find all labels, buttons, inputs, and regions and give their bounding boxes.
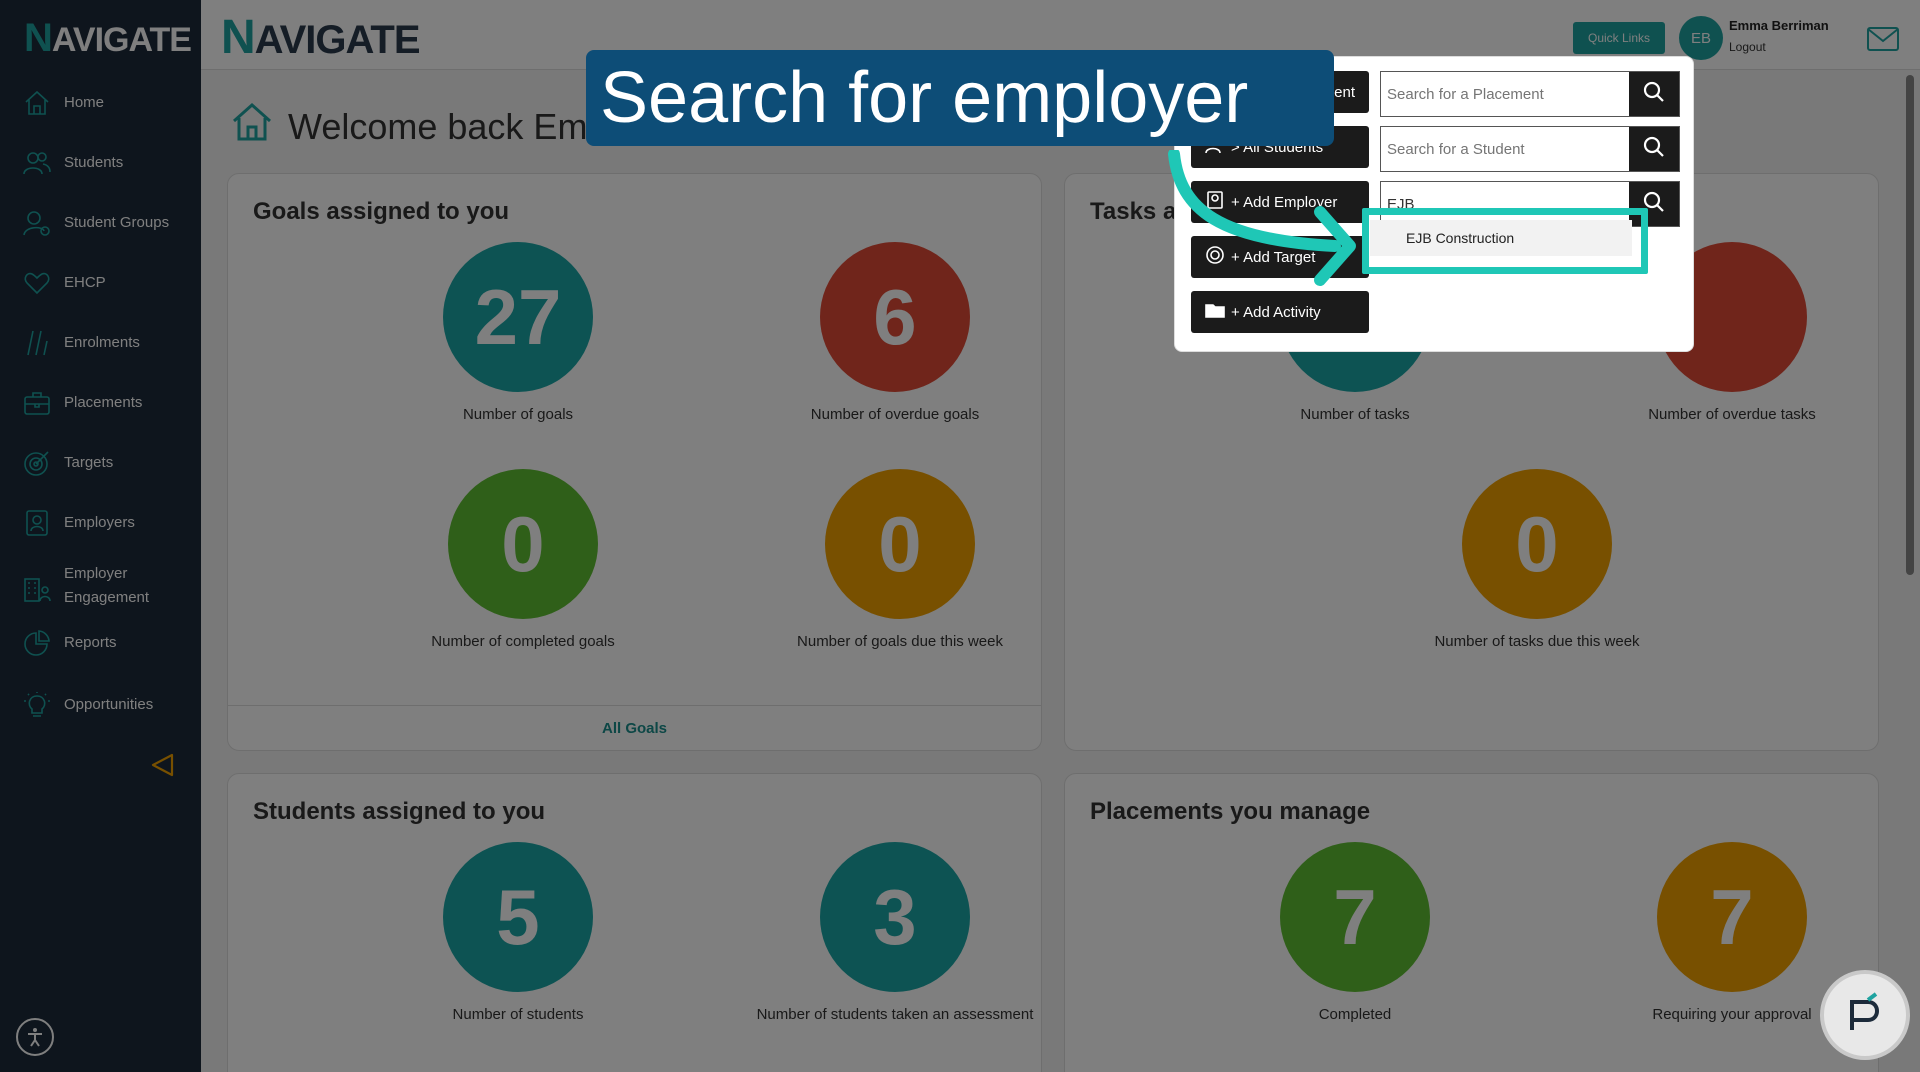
search-student-field[interactable] (1380, 126, 1680, 172)
folder-icon (1205, 300, 1225, 324)
search-student-input[interactable] (1381, 127, 1629, 171)
search-icon (1643, 136, 1665, 163)
search-placement-button[interactable] (1629, 72, 1679, 116)
search-placement-input[interactable] (1381, 72, 1629, 116)
tutorial-banner: Search for employer (586, 50, 1334, 146)
search-placement-field[interactable] (1380, 71, 1680, 117)
add-activity-button[interactable]: + Add Activity (1191, 291, 1369, 333)
search-student-button[interactable] (1629, 127, 1679, 171)
highlight-box (1362, 208, 1648, 274)
chat-widget-icon[interactable] (1820, 970, 1910, 1060)
search-icon (1643, 81, 1665, 108)
pointer-arrow-icon (1160, 148, 1370, 295)
